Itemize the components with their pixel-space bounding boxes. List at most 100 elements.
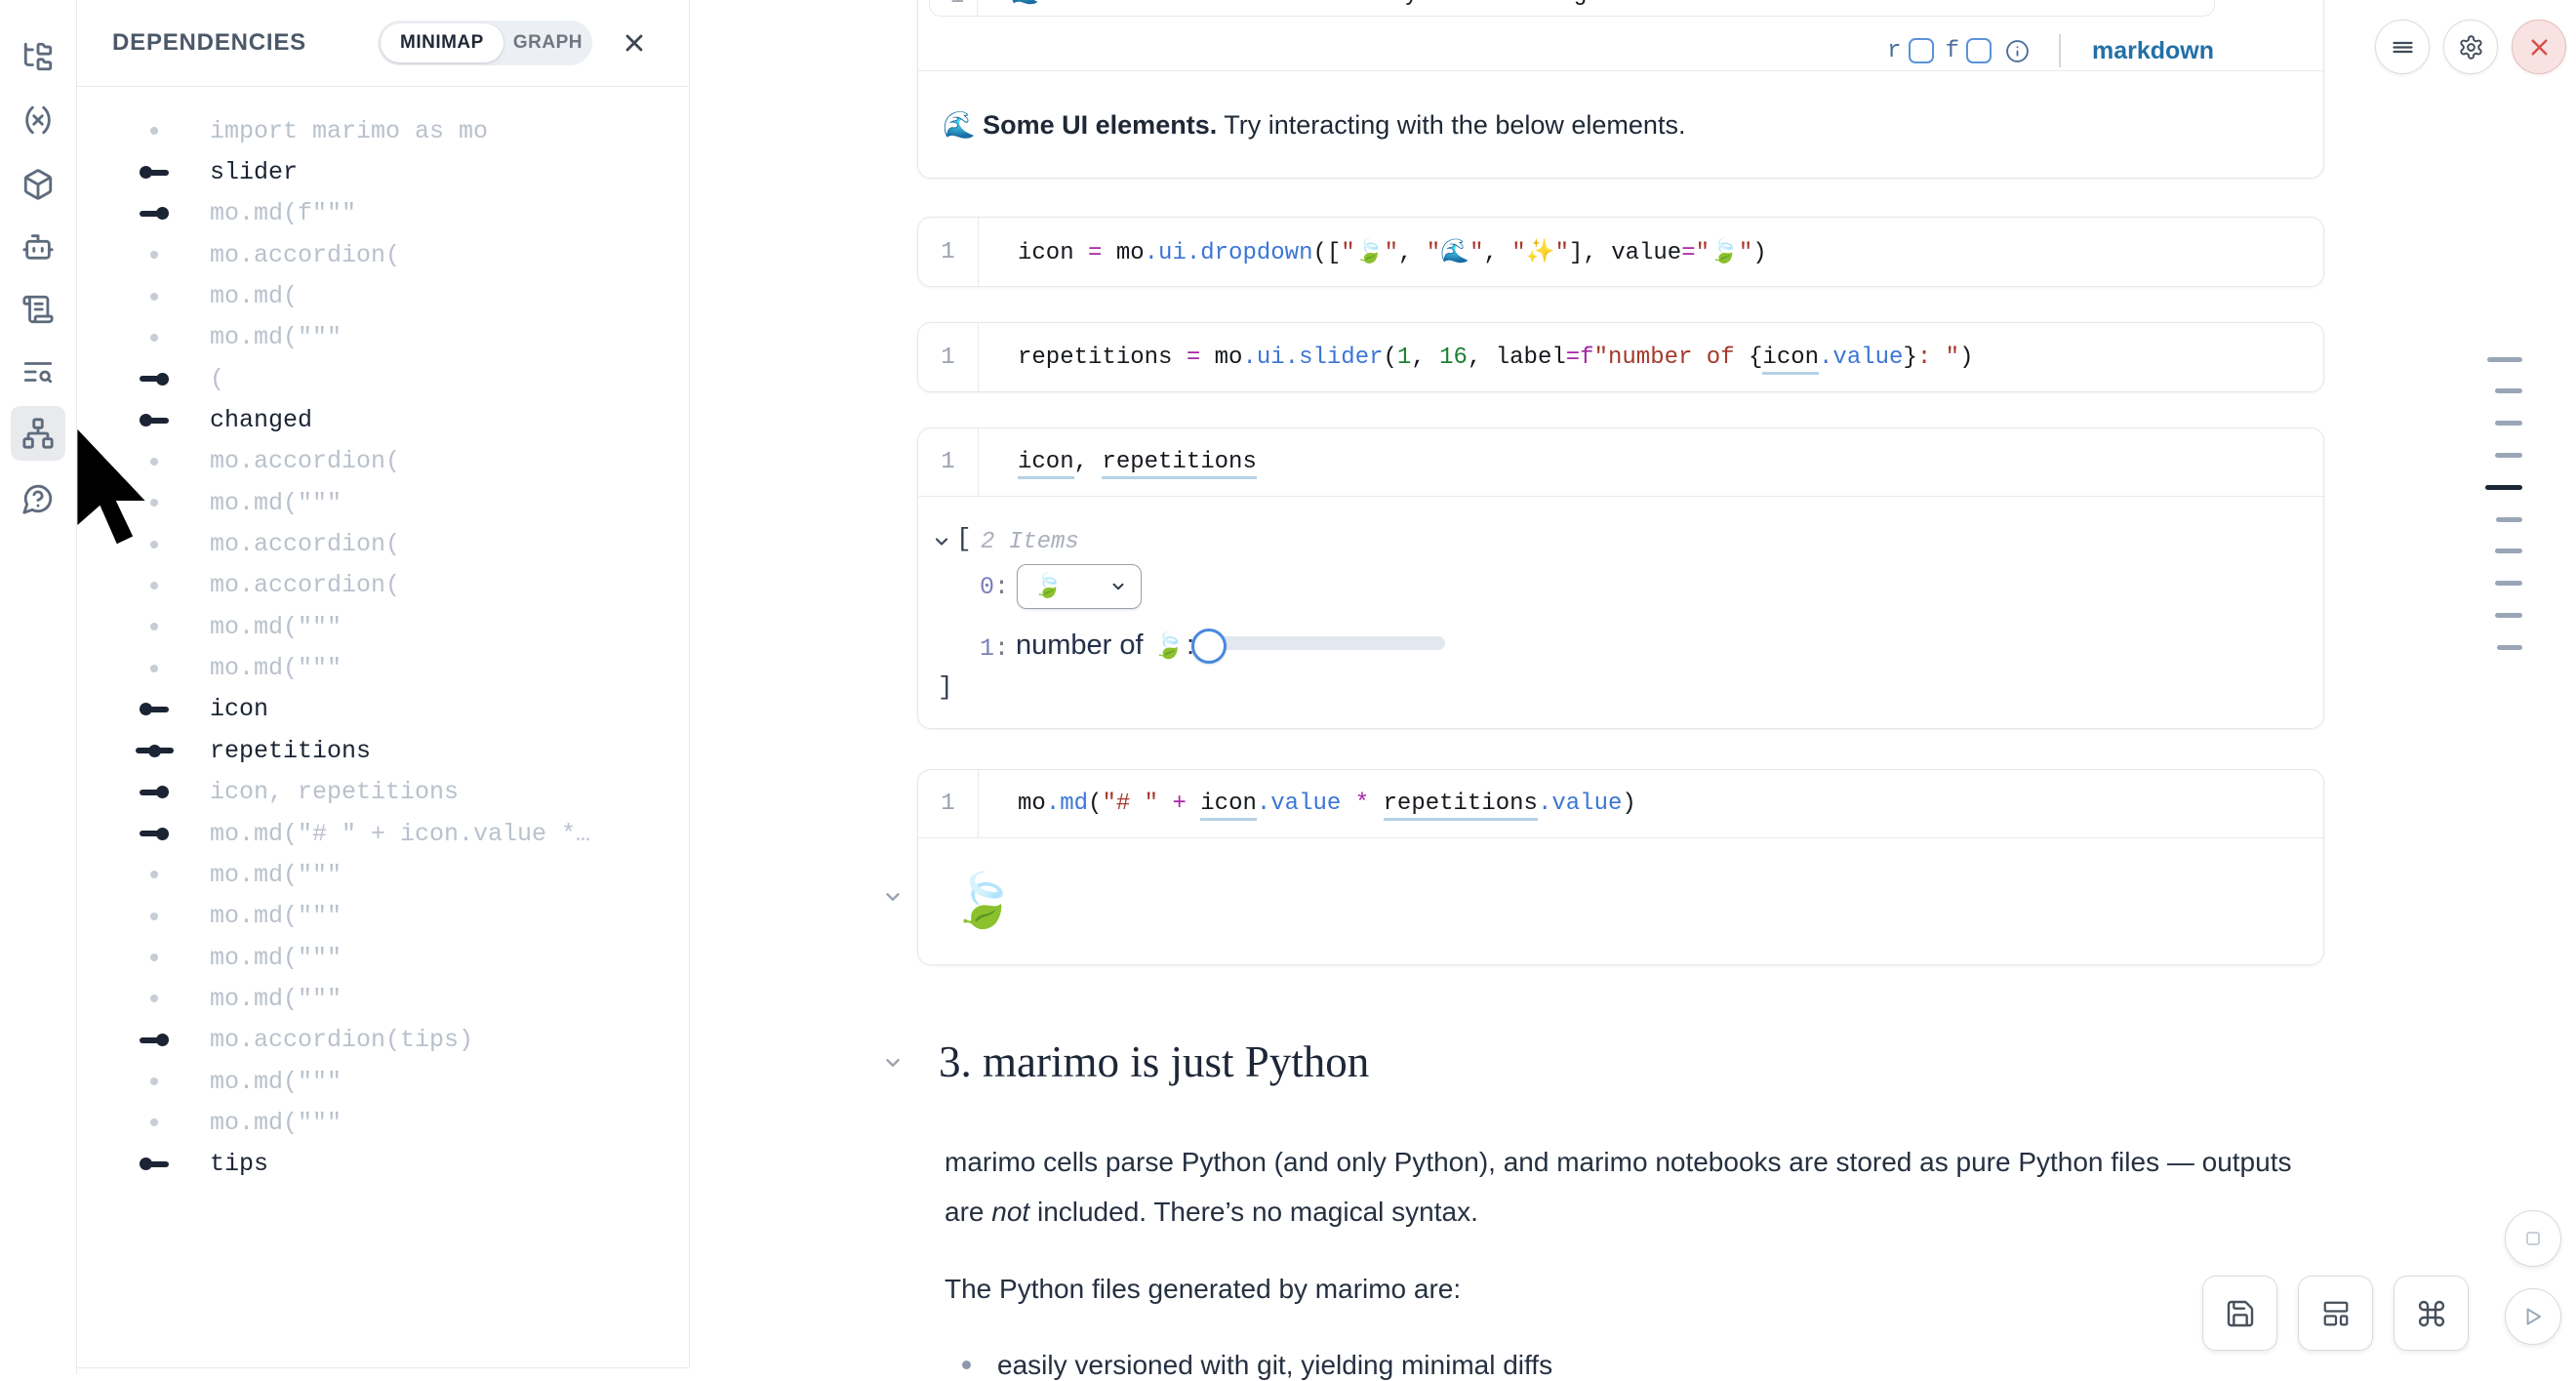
- scroll-indicator-line[interactable]: [2495, 388, 2522, 393]
- code-cell-dropdown: 1 icon = mo.ui.dropdown(["🍃", "🌊", "✨"],…: [917, 217, 2324, 287]
- chevron-down-icon[interactable]: [882, 1052, 904, 1074]
- f-string-checkbox[interactable]: [1966, 38, 1992, 63]
- dataflow-marker-def: [120, 1158, 188, 1170]
- minimap-item[interactable]: mo.accordion(: [76, 441, 689, 482]
- dataflow-marker-use: [120, 373, 188, 386]
- settings-button[interactable]: [2443, 20, 2498, 74]
- index-1: 1:: [980, 634, 1009, 663]
- scroll-indicator-line[interactable]: [2495, 421, 2522, 426]
- minimap-item-label: mo.md(""": [210, 902, 342, 930]
- paragraph-line: marimo cells parse Python (and only Pyth…: [945, 1147, 2291, 1180]
- stop-button[interactable]: [2505, 1210, 2561, 1267]
- bullet-dot: [962, 1361, 971, 1369]
- scroll-indicator-line[interactable]: [2497, 645, 2522, 650]
- rail-item-logs[interactable]: [11, 282, 65, 337]
- line-number: 1: [944, 0, 971, 12]
- minimap-item[interactable]: mo.accordion(tips): [76, 1020, 689, 1061]
- minimap-item[interactable]: mo.md(""": [76, 1061, 689, 1102]
- minimap-item[interactable]: mo.md(""": [76, 896, 689, 937]
- scroll-indicator-line[interactable]: [2496, 517, 2522, 522]
- f-string-label: f: [1946, 38, 1959, 64]
- minimap-item[interactable]: mo.md(""": [76, 937, 689, 978]
- run-button[interactable]: [2505, 1288, 2561, 1345]
- box-icon: [21, 168, 55, 201]
- view-mode-tabs: MINIMAP GRAPH: [378, 20, 592, 65]
- chevron-down-icon[interactable]: [882, 886, 904, 908]
- rail-item-packages[interactable]: [11, 157, 65, 212]
- minimap-item[interactable]: repetitions: [76, 730, 689, 771]
- minimap-item-label: mo.md(""": [210, 944, 342, 972]
- notebook-menu-button[interactable]: [2375, 20, 2430, 74]
- tab-minimap[interactable]: MINIMAP: [381, 23, 503, 62]
- minimap-item[interactable]: mo.md(""": [76, 978, 689, 1019]
- repetitions-slider-knob[interactable]: [1191, 629, 1227, 664]
- scroll-indicator-line[interactable]: [2487, 357, 2522, 362]
- minimap-item-label: import marimo as mo: [210, 117, 488, 145]
- save-button[interactable]: [2202, 1276, 2277, 1351]
- tab-graph[interactable]: GRAPH: [503, 32, 592, 54]
- info-icon[interactable]: [2005, 39, 2030, 63]
- rail-item-ai-chat[interactable]: [11, 220, 65, 274]
- minimap-item[interactable]: icon, repetitions: [76, 772, 689, 813]
- r-string-label: r: [1887, 38, 1901, 64]
- keyboard-shortcuts-button[interactable]: [2394, 1276, 2469, 1351]
- dropdown-value: 🍃: [1033, 572, 1063, 601]
- rail-item-dependencies[interactable]: [11, 406, 65, 461]
- rail-item-file-explorer[interactable]: [11, 29, 65, 84]
- r-string-checkbox[interactable]: [1909, 38, 1934, 63]
- cell-editor[interactable]: 1 icon, repetitions: [918, 428, 2323, 497]
- scroll-indicator-line-active[interactable]: [2485, 485, 2522, 490]
- minimap-item[interactable]: mo.accordion(: [76, 565, 689, 606]
- rail-item-help[interactable]: [11, 471, 65, 526]
- close-icon: [2526, 34, 2553, 61]
- minimap-item[interactable]: mo.md("# " + icon.value *…: [76, 813, 689, 854]
- output-bold-text: 🌊 Some UI elements.: [943, 110, 1217, 140]
- minimap-item[interactable]: mo.md(""": [76, 482, 689, 523]
- scroll-indicator-line[interactable]: [2495, 453, 2522, 458]
- minimap-item-label: mo.accordion(: [210, 241, 400, 269]
- minimap-item[interactable]: mo.md(""": [76, 317, 689, 358]
- close-icon[interactable]: [621, 29, 648, 57]
- chevron-down-icon[interactable]: [932, 532, 951, 551]
- tuple-output-tree: [ 2 Items 0: 🍃 1: number of🍃: ]: [918, 497, 2323, 726]
- minimap-item[interactable]: mo.accordion(: [76, 234, 689, 275]
- repetitions-slider-track[interactable]: [1201, 636, 1445, 650]
- markdown-cell: 1 🌊 **Some UI elements.** Try interactin…: [917, 0, 2324, 179]
- markdown-cell-editor[interactable]: 1 🌊 **Some UI elements.** Try interactin…: [929, 0, 2215, 17]
- rail-item-variables[interactable]: [11, 93, 65, 147]
- dataflow-marker-none: [120, 541, 188, 548]
- minimap-item[interactable]: mo.md(f""": [76, 193, 689, 234]
- minimap-item[interactable]: tips: [76, 1144, 689, 1185]
- cell-editor[interactable]: 1 mo.md("# " + icon.value * repetitions.…: [918, 770, 2323, 838]
- minimap-item[interactable]: mo.md(""": [76, 647, 689, 688]
- scroll-indicator-line[interactable]: [2495, 581, 2522, 586]
- minimap-item-label: mo.md("# " + icon.value *…: [210, 820, 590, 848]
- scroll-indicator-line[interactable]: [2495, 548, 2522, 553]
- minimap-item[interactable]: mo.md(: [76, 275, 689, 316]
- minimap-item[interactable]: mo.md(""": [76, 854, 689, 895]
- scroll-indicator-line[interactable]: [2495, 613, 2522, 618]
- minimap-item-label: mo.accordion(tips): [210, 1026, 473, 1054]
- rail-item-snippets[interactable]: [11, 345, 65, 399]
- minimap-item[interactable]: (: [76, 358, 689, 399]
- open-bracket: [: [956, 524, 972, 553]
- minimap-item[interactable]: mo.accordion(: [76, 523, 689, 564]
- minimap-item-label: changed: [210, 406, 312, 434]
- minimap-item[interactable]: slider: [76, 151, 689, 192]
- minimap-item[interactable]: mo.md(""": [76, 1102, 689, 1143]
- shutdown-button[interactable]: [2512, 20, 2566, 74]
- gutter-divider: [977, 0, 978, 16]
- layout-toggle-button[interactable]: [2298, 1276, 2373, 1351]
- minimap-item[interactable]: icon: [76, 689, 689, 730]
- minimap-item[interactable]: import marimo as mo: [76, 110, 689, 151]
- cell-editor[interactable]: 1 icon = mo.ui.dropdown(["🍃", "🌊", "✨"],…: [918, 218, 2323, 286]
- cell-editor[interactable]: 1 repetitions = mo.ui.slider(1, 16, labe…: [918, 323, 2323, 391]
- minimap-item-label: icon: [210, 695, 268, 723]
- section-heading: 3. marimo is just Python: [939, 1036, 1369, 1087]
- minimap-item[interactable]: mo.md(""": [76, 606, 689, 647]
- minimap-item[interactable]: changed: [76, 399, 689, 440]
- icon-dropdown[interactable]: 🍃: [1017, 564, 1142, 609]
- language-toggle[interactable]: markdown: [2092, 37, 2214, 65]
- items-count: 2 Items: [981, 529, 1079, 555]
- variable-icon: [21, 103, 55, 137]
